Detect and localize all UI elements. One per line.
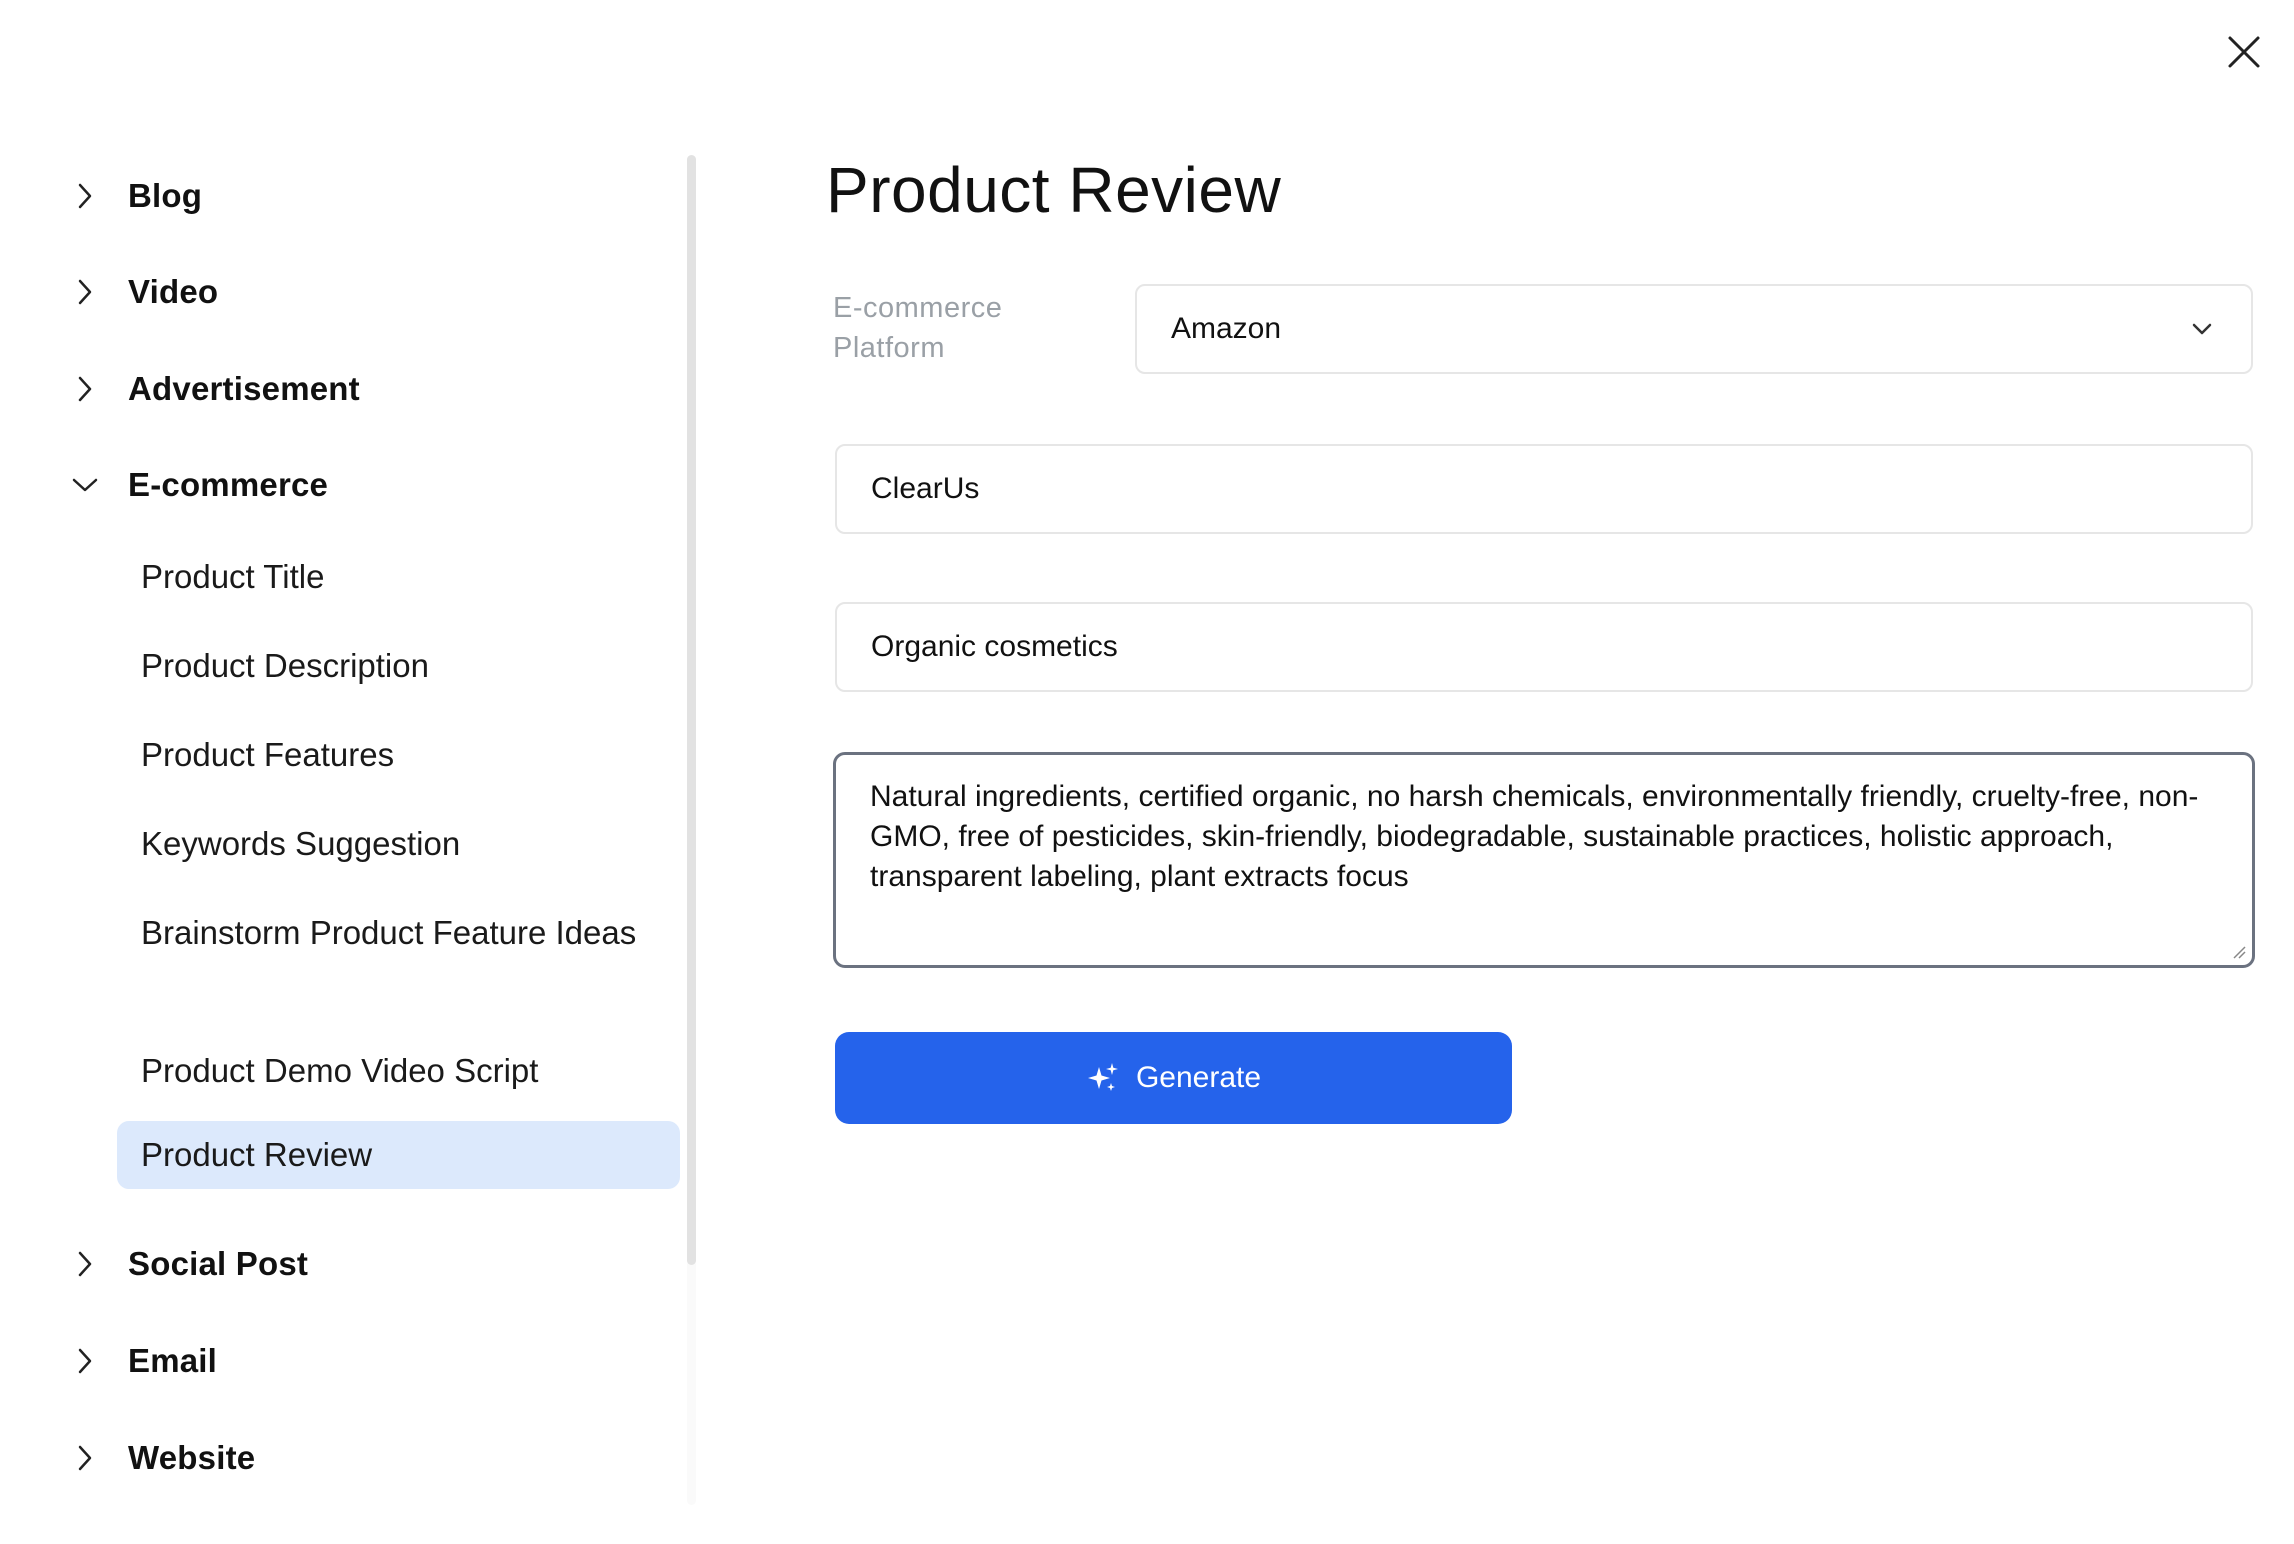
chevron-down-icon	[60, 460, 110, 510]
chevron-right-icon	[60, 171, 110, 221]
sidebar-category-ecommerce[interactable]: E-commerce	[60, 455, 328, 515]
chevron-right-icon	[60, 1239, 110, 1289]
sidebar-category-label: Email	[128, 1342, 218, 1379]
sidebar-category-label: Video	[128, 273, 219, 310]
sidebar-scrollbar-thumb[interactable]	[687, 155, 696, 1265]
platform-select[interactable]: Amazon	[1135, 284, 2253, 374]
chevron-right-icon	[60, 1336, 110, 1386]
platform-select-value: Amazon	[1171, 312, 1282, 345]
close-icon	[2228, 36, 2260, 68]
close-button[interactable]	[2218, 26, 2270, 78]
sidebar-category-label: Advertisement	[128, 370, 360, 407]
sparkles-icon	[1086, 1061, 1120, 1095]
sidebar-item-product-title[interactable]: Product Title	[117, 543, 680, 611]
chevron-right-icon	[60, 267, 110, 317]
page-title: Product Review	[826, 154, 1282, 226]
generate-button[interactable]: Generate	[835, 1032, 1512, 1124]
chevron-right-icon	[60, 364, 110, 414]
sidebar-item-keywords-suggestion[interactable]: Keywords Suggestion	[117, 810, 680, 878]
product-category-input[interactable]: Organic cosmetics	[835, 602, 2253, 692]
sidebar-item-product-review[interactable]: Product Review	[117, 1121, 680, 1189]
sidebar-item-product-description[interactable]: Product Description	[117, 632, 680, 700]
resize-handle-icon[interactable]	[2230, 943, 2246, 959]
features-value: Natural ingredients, certified organic, …	[870, 780, 2199, 893]
product-name-input[interactable]: ClearUs	[835, 444, 2253, 534]
chevron-right-icon	[60, 1433, 110, 1483]
sidebar-category-advertisement[interactable]: Advertisement	[60, 359, 360, 419]
sidebar-category-label: Social Post	[128, 1245, 309, 1282]
chevron-down-icon	[2187, 314, 2217, 344]
product-name-value: ClearUs	[871, 472, 980, 505]
sidebar-item-product-demo-video-script[interactable]: Product Demo Video Script	[117, 1037, 680, 1105]
product-review-dialog: Blog Video Advertisement E-commerce Prod…	[0, 0, 2294, 1544]
sidebar-category-video[interactable]: Video	[60, 262, 218, 322]
sidebar-item-product-features[interactable]: Product Features	[117, 721, 680, 789]
sidebar-category-label: Blog	[128, 177, 203, 214]
platform-label: E-commerce Platform	[833, 292, 1003, 364]
sidebar-category-label: E-commerce	[128, 466, 329, 503]
sidebar-category-blog[interactable]: Blog	[60, 166, 202, 226]
generate-button-label: Generate	[1135, 1061, 1262, 1094]
product-category-value: Organic cosmetics	[871, 630, 1118, 663]
sidebar-category-social-post[interactable]: Social Post	[60, 1234, 308, 1294]
features-textarea[interactable]: Natural ingredients, certified organic, …	[833, 752, 2255, 968]
sidebar-category-label: Website	[128, 1439, 256, 1476]
sidebar-category-website[interactable]: Website	[60, 1428, 255, 1488]
sidebar-category-email[interactable]: Email	[60, 1331, 217, 1391]
sidebar-item-brainstorm-product-feature-ideas[interactable]: Brainstorm Product Feature Ideas	[117, 899, 680, 967]
